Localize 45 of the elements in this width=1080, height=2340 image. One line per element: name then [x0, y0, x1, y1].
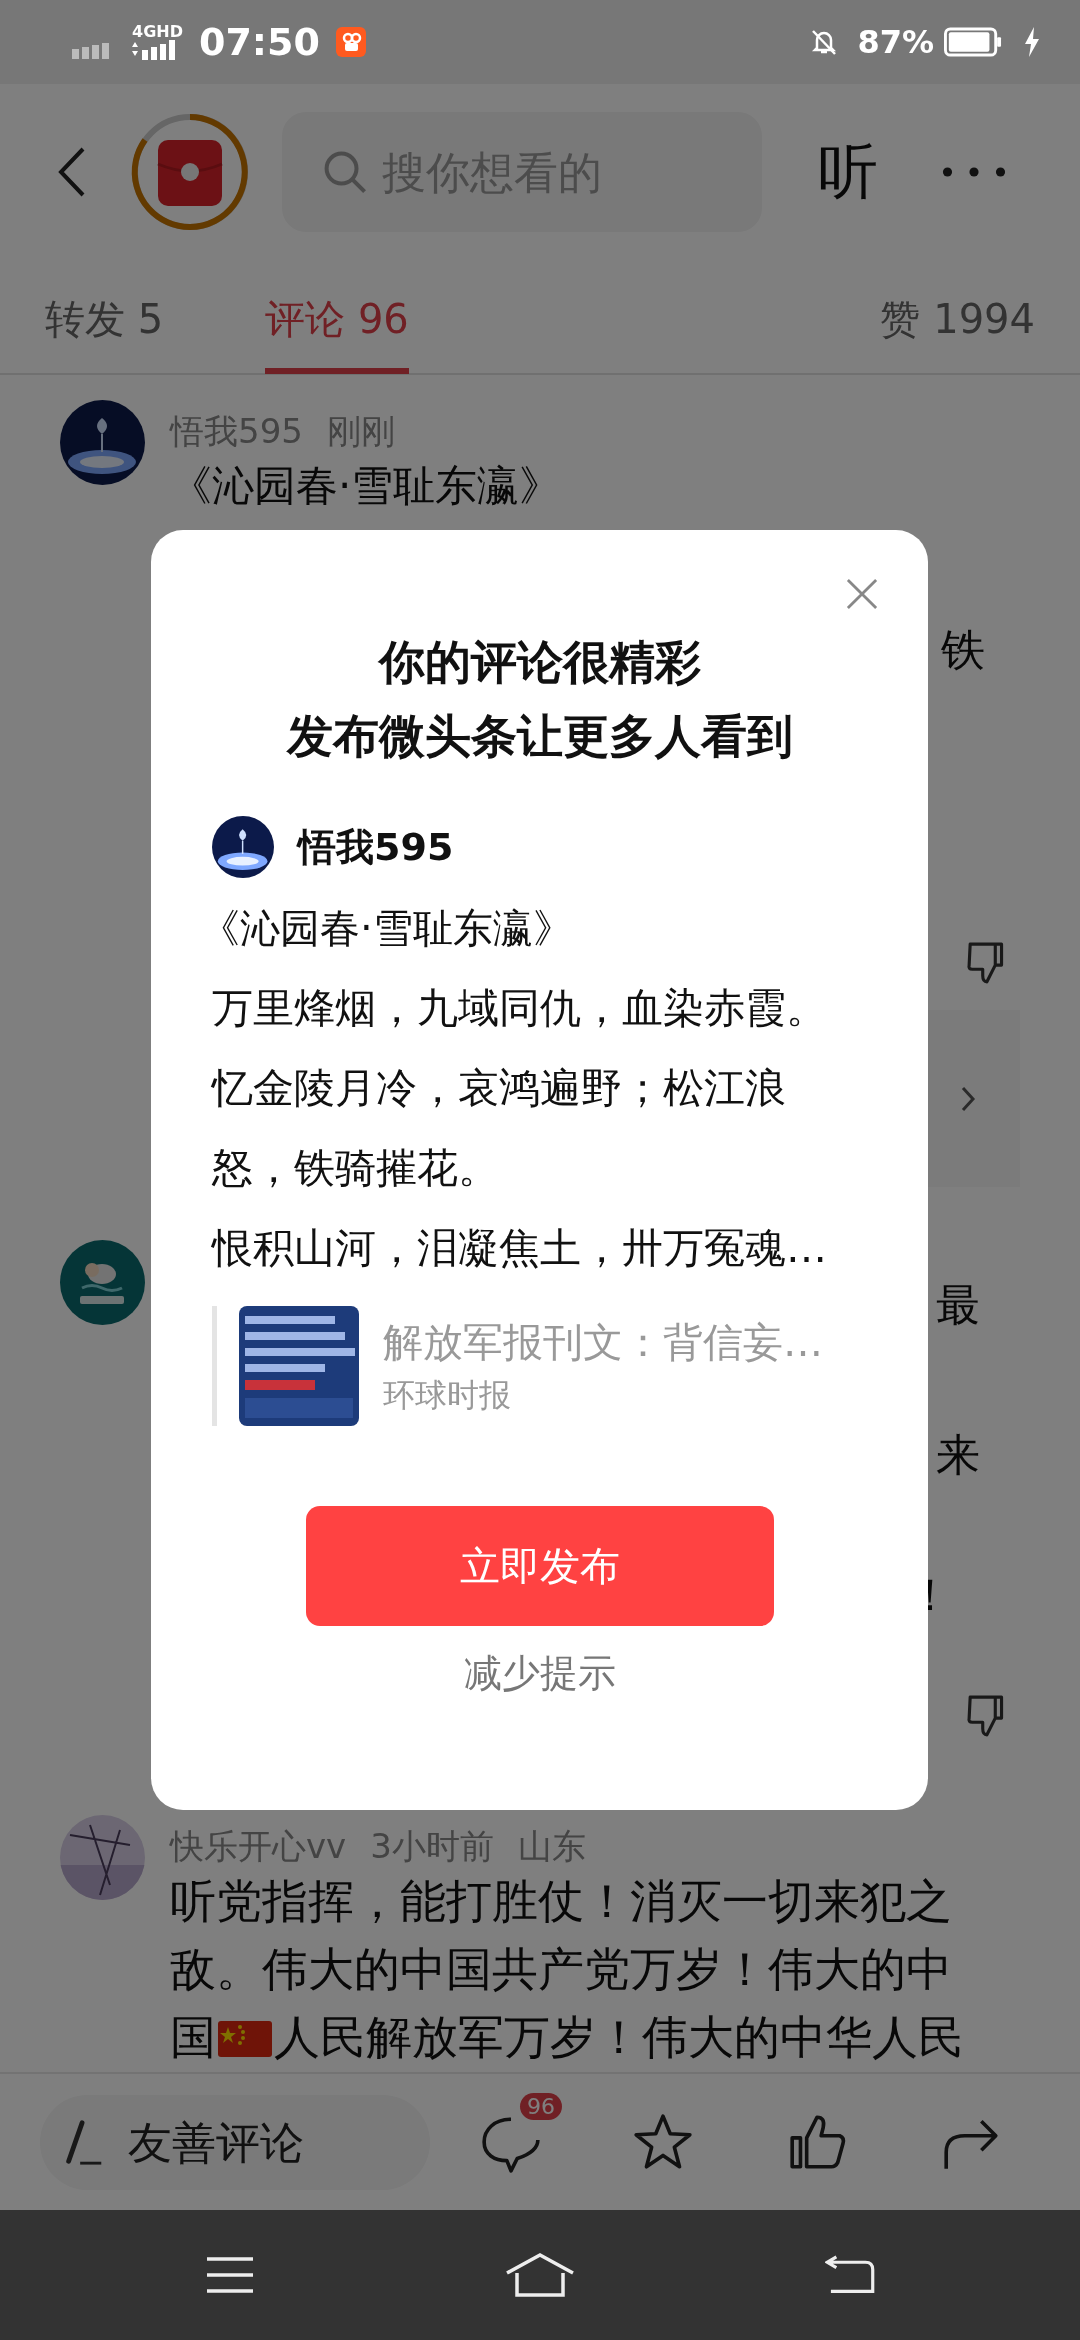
close-icon[interactable] — [846, 578, 878, 610]
battery-icon — [944, 27, 1002, 57]
comment-field[interactable]: 友善评论 — [40, 2094, 430, 2190]
publish-button[interactable]: 立即发布 — [305, 1506, 774, 1626]
comment-time: 刚刚 — [326, 410, 395, 453]
tab[interactable]: 评论 96 — [265, 259, 409, 374]
comment-text: 最 — [936, 1278, 980, 1332]
poem-text: 万里烽烟，九域同仇，血染赤霞。 — [212, 983, 828, 1034]
envelope-icon[interactable] — [130, 112, 250, 232]
poem-text: 恨积山河，泪凝焦土，卅万冤魂… — [212, 1223, 828, 1274]
article-title: 解放军报刊文：背信妄… — [383, 1317, 823, 1367]
app-icon — [335, 27, 366, 57]
dialog-title: 你的评论很精彩 — [378, 634, 701, 691]
article-card[interactable]: 解放军报刊文：背信妄… 环球时报 — [212, 1306, 867, 1426]
search-icon — [322, 149, 368, 195]
tab[interactable]: 赞 1994 — [880, 259, 1035, 374]
back-icon[interactable] — [825, 2255, 875, 2295]
comment-time: 3小时前 — [370, 1825, 494, 1868]
comment-location: 山东 — [517, 1825, 586, 1868]
battery-percent: 87% — [857, 23, 934, 61]
comment-author[interactable]: 快乐开心vv — [170, 1824, 347, 1870]
show-less-link[interactable]: 减少提示 — [463, 1648, 616, 1699]
poem-title: 《沁园春·雪耻东瀛》 — [200, 904, 574, 953]
comment-count-badge: 96 — [520, 2093, 562, 2120]
comment-author[interactable]: 悟我595 — [170, 409, 303, 455]
pen-icon — [64, 2118, 104, 2167]
post-author: 悟我595 — [298, 823, 454, 871]
listen-button[interactable]: 听 — [818, 131, 878, 213]
comment-text: 《沁园春·雪耻东瀛》 — [170, 460, 562, 512]
comment-text: 来 — [936, 1428, 980, 1482]
chevron-icon[interactable] — [960, 1085, 976, 1113]
article-source: 环球时报 — [383, 1374, 512, 1416]
network-type: 4GHD — [132, 24, 183, 40]
poem-text: 忆金陵月冷，哀鸿遍野；松江浪怒，铁骑摧花。 — [212, 1063, 787, 1194]
flag-icon — [218, 2021, 272, 2057]
comment-text: 听党指挥，能打胜仗！消灭一切来犯之敌。伟大的中国共产党万岁！伟大的中国 人民解放军万岁！伟大的中华人民 — [170, 1873, 965, 2066]
tab[interactable]: 转发 5 — [45, 259, 164, 374]
comment-text: 铁 — [941, 623, 985, 677]
more-icon[interactable] — [942, 166, 1006, 178]
signal-icon — [132, 40, 178, 60]
charging-icon — [1024, 27, 1040, 57]
clock-time: 07:50 — [198, 20, 320, 64]
menu-icon[interactable] — [205, 2255, 255, 2295]
dialog-title: 发布微头条让更多人看到 — [286, 708, 793, 765]
home-icon[interactable] — [505, 2253, 575, 2297]
